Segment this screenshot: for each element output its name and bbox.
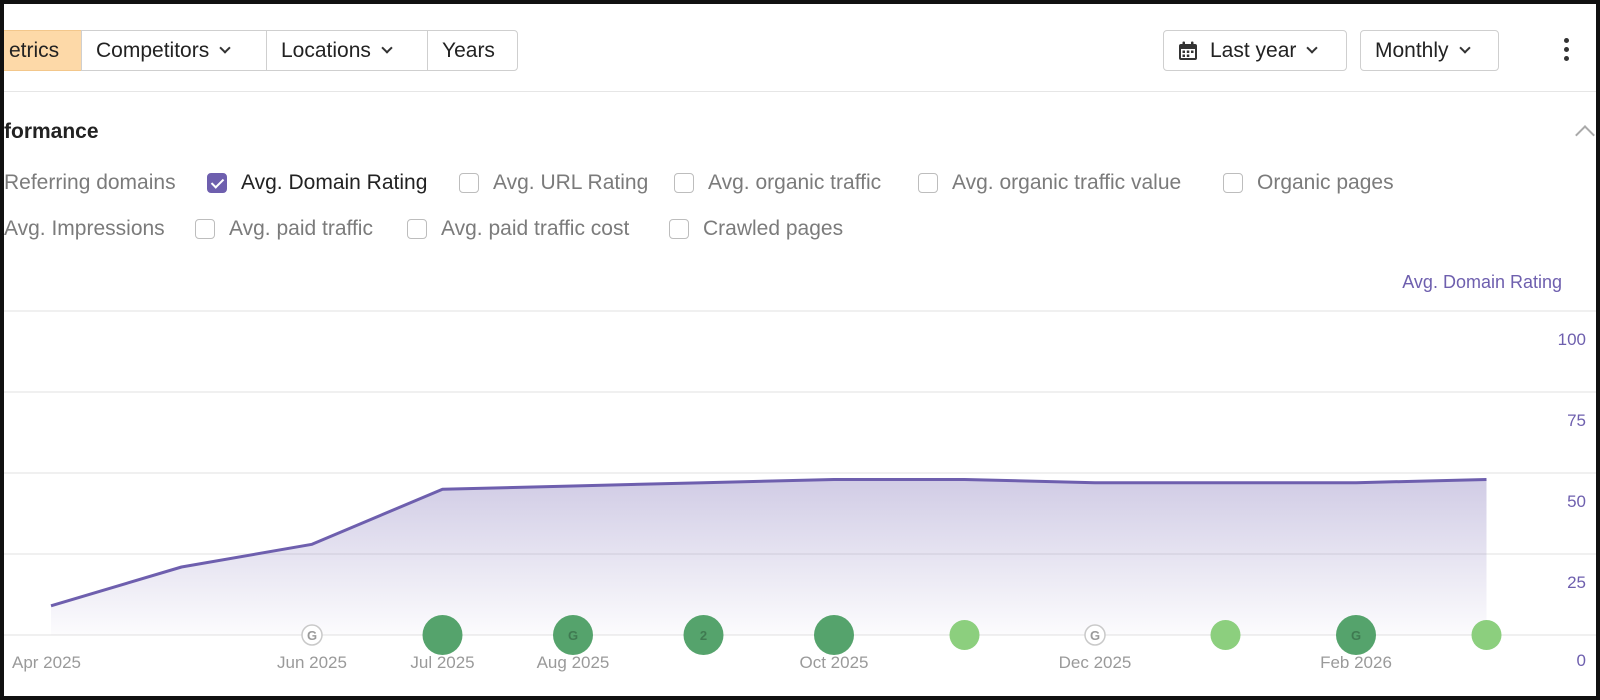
checkbox-icon[interactable]: [918, 173, 938, 193]
tab-metrics-label: etrics: [9, 38, 60, 62]
metric-label: Avg. Impressions: [4, 217, 165, 240]
metric-organic-pages[interactable]: Organic pages: [1223, 171, 1394, 195]
marker-label: G: [307, 628, 317, 643]
metric-label: Avg. organic traffic value: [952, 171, 1182, 194]
y-tick-label: 0: [1577, 651, 1586, 670]
y-tick-label: 75: [1567, 411, 1586, 430]
competitors-dropdown[interactable]: Competitors: [81, 30, 267, 71]
google-update-marker[interactable]: G: [301, 624, 323, 646]
chevron-down-icon: [1306, 42, 1319, 54]
metric-avg-organic-traffic[interactable]: Avg. organic traffic: [674, 171, 881, 195]
app-frame: etrics Competitors Locations Years Last …: [0, 0, 1600, 700]
years-label: Years: [442, 38, 495, 62]
chevron-up-icon[interactable]: [1575, 125, 1595, 145]
metric-avg-organic-traffic-value[interactable]: Avg. organic traffic value: [918, 171, 1181, 195]
marker-label: 2: [700, 628, 707, 643]
y-tick-label: 100: [1558, 330, 1586, 349]
metric-avg-domain-rating[interactable]: Avg. Domain Rating: [207, 171, 427, 195]
metric-label: Organic pages: [1257, 171, 1394, 194]
event-marker[interactable]: [422, 615, 463, 655]
checkbox-icon[interactable]: [674, 173, 694, 193]
event-marker[interactable]: [814, 615, 854, 655]
domain-rating-chart: G G 2 G G Apr 2025 Jun 2025 Jul 2025 Aug 2025 Oc…: [4, 310, 1596, 672]
checkbox-icon[interactable]: [459, 173, 479, 193]
metric-avg-impressions[interactable]: Avg. Impressions: [4, 217, 165, 241]
y-tick-label: 50: [1567, 492, 1586, 511]
chevron-down-icon: [219, 42, 231, 54]
interval-dropdown[interactable]: Monthly: [1360, 30, 1499, 71]
checkbox-icon[interactable]: [1223, 173, 1243, 193]
chevron-down-icon: [381, 42, 393, 54]
y-tick-label: 25: [1567, 573, 1586, 592]
years-button[interactable]: Years: [427, 30, 518, 71]
y-axis-title: Avg. Domain Rating: [1402, 272, 1562, 292]
metric-crawled-pages[interactable]: Crawled pages: [669, 217, 843, 241]
metric-label: Referring domains: [4, 171, 176, 194]
metric-label: Avg. organic traffic: [708, 171, 882, 194]
x-tick-label: Jul 2025: [410, 653, 474, 672]
x-tick-label: Feb 2026: [1320, 653, 1392, 672]
metric-label: Avg. paid traffic cost: [441, 217, 630, 240]
x-tick-label: Oct 2025: [800, 653, 869, 672]
x-tick-label: Apr 2025: [12, 653, 81, 672]
event-marker[interactable]: [949, 620, 980, 650]
metric-label: Avg. paid traffic: [229, 217, 373, 240]
date-range-label: Last year: [1210, 38, 1297, 62]
marker-label: G: [568, 628, 578, 643]
metric-avg-url-rating[interactable]: Avg. URL Rating: [459, 171, 648, 195]
metric-referring-domains[interactable]: Referring domains: [4, 171, 176, 195]
competitors-label: Competitors: [96, 38, 210, 62]
more-options-icon[interactable]: [1564, 38, 1570, 64]
event-marker[interactable]: 2: [683, 615, 724, 655]
locations-dropdown[interactable]: Locations: [266, 30, 428, 71]
metric-label: Avg. URL Rating: [493, 171, 649, 194]
event-marker[interactable]: G: [553, 615, 593, 655]
metric-avg-paid-traffic[interactable]: Avg. paid traffic: [195, 217, 373, 241]
x-tick-label: Aug 2025: [537, 653, 610, 672]
metric-avg-paid-traffic-cost[interactable]: Avg. paid traffic cost: [407, 217, 629, 241]
date-range-dropdown[interactable]: Last year: [1163, 30, 1347, 71]
calendar-icon: [1179, 41, 1197, 60]
marker-label: G: [1090, 628, 1100, 643]
google-update-marker[interactable]: G: [1084, 624, 1106, 646]
checkbox-checked-icon[interactable]: [207, 173, 227, 193]
marker-label: G: [1351, 628, 1361, 643]
interval-label: Monthly: [1375, 38, 1449, 62]
x-tick-label: Jun 2025: [277, 653, 347, 672]
checkbox-icon[interactable]: [669, 219, 689, 239]
metric-label: Avg. Domain Rating: [241, 171, 428, 194]
metric-label: Crawled pages: [703, 217, 844, 240]
chevron-down-icon: [1458, 42, 1471, 54]
event-marker[interactable]: [1210, 620, 1241, 650]
locations-label: Locations: [281, 38, 371, 62]
event-marker[interactable]: [1471, 620, 1502, 650]
x-tick-label: Dec 2025: [1059, 653, 1132, 672]
series-area: [51, 479, 1487, 635]
event-marker[interactable]: G: [1336, 615, 1376, 655]
checkbox-icon[interactable]: [195, 219, 215, 239]
toolbar: etrics Competitors Locations Years Last …: [4, 4, 1596, 92]
checkbox-icon[interactable]: [407, 219, 427, 239]
section-title: formance: [4, 120, 99, 143]
tab-metrics[interactable]: etrics: [4, 30, 82, 71]
